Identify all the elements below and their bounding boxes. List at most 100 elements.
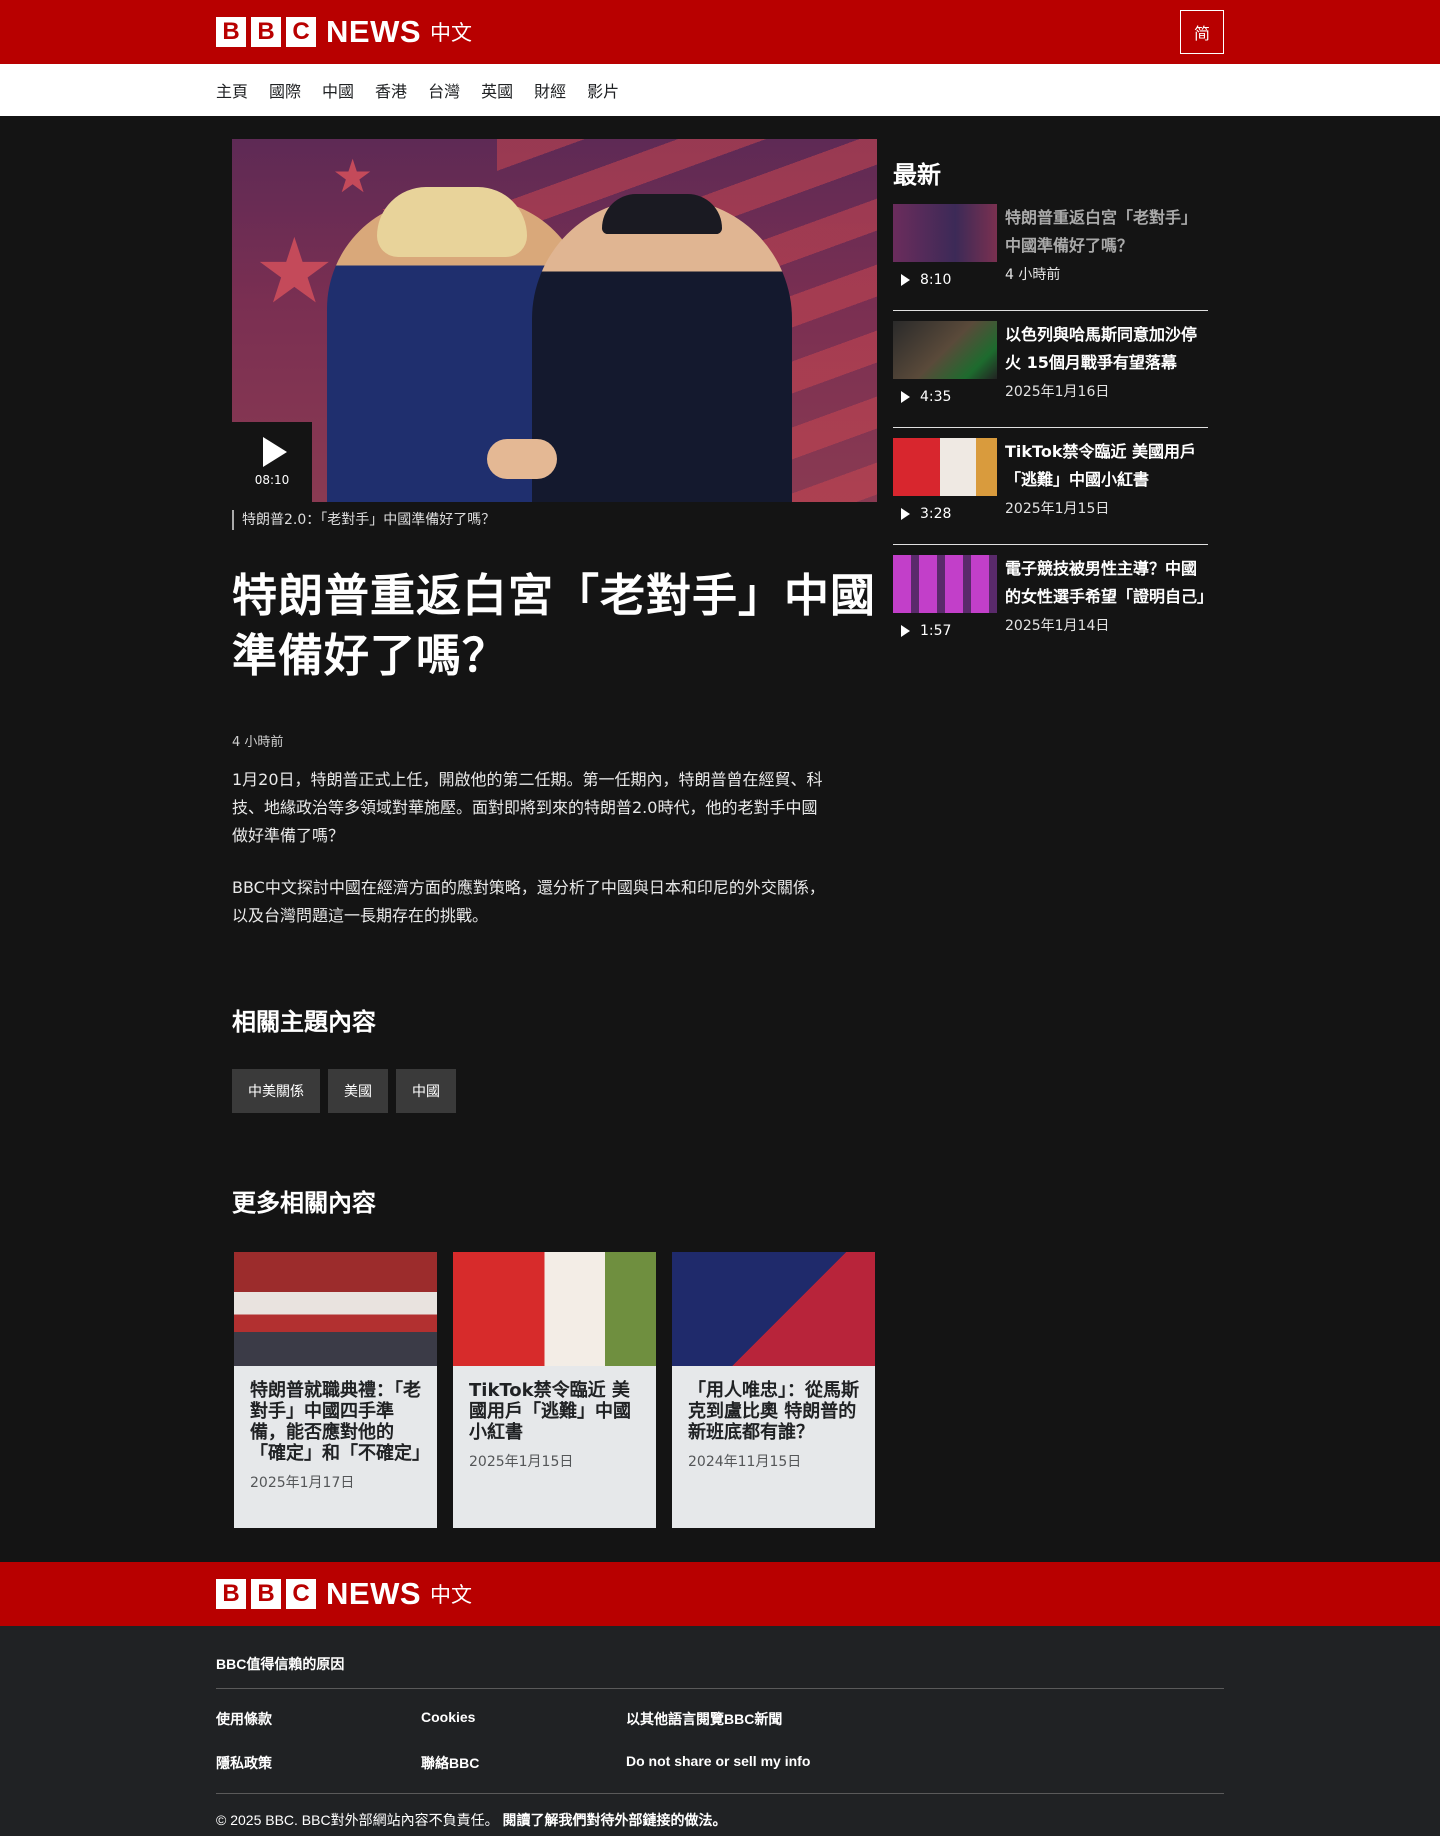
person-left-hair [377,187,527,257]
bbc-block-c: C [286,17,316,47]
bbc-news-logo[interactable]: B B C NEWS 中文 [216,0,1224,64]
bbc-block-c: C [286,1579,316,1609]
topic-tag[interactable]: 美國 [328,1069,388,1113]
bbc-block-b2: B [251,1579,281,1609]
nav-item-world[interactable]: 國際 [269,78,301,102]
footer-link-do-not-sell[interactable]: Do not share or sell my info [626,1753,926,1773]
latest-date: 4 小時前 [1005,267,1061,283]
article-timestamp: 4 小時前 [232,735,284,750]
nav-item-china[interactable]: 中國 [322,78,354,102]
related-topics-heading: 相關主題內容 [232,1008,376,1036]
topic-tags: 中美關係 美國 中國 [232,1069,877,1113]
play-icon [901,274,910,286]
simplified-chinese-toggle[interactable]: 简 [1180,10,1224,54]
play-icon [263,437,287,467]
latest-duration: 4:35 [920,389,952,405]
more-related-heading: 更多相關內容 [232,1189,376,1217]
top-bar: B B C NEWS 中文 简 [0,0,1440,64]
card-thumbnail [672,1252,875,1366]
copyright-text: © 2025 BBC. BBC對外部網站內容不負責任。 [216,1812,499,1828]
nav-item-business[interactable]: 財經 [534,78,566,102]
main-nav: 主頁 國際 中國 香港 台灣 英國 財經 影片 [0,64,1440,116]
bbc-block-b1: B [216,17,246,47]
card-thumbnail [234,1252,437,1366]
nav-item-taiwan[interactable]: 台灣 [428,78,460,102]
related-card[interactable]: 特朗普就職典禮：「老對手」中國四手準備，能否應對他的「確定」和「不確定」 202… [234,1252,437,1528]
latest-item[interactable]: 1:57 電子競技被男性主導？中國的女性選手希望「證明自己」 2025年1月14… [893,555,1213,662]
card-date: 2025年1月15日 [469,1454,574,1470]
latest-thumbnail [893,438,997,496]
latest-date: 2025年1月14日 [1005,618,1110,634]
latest-title[interactable]: TikTok禁令臨近 美國用戶「逃難」中國小紅書 [1005,438,1208,494]
latest-duration: 3:28 [920,506,952,522]
play-icon [901,508,910,520]
play-icon [901,625,910,637]
copyright: © 2025 BBC. BBC對外部網站內容不負責任。 閱讀了解我們對待外部鏈接… [216,1794,1224,1830]
card-title[interactable]: 特朗普就職典禮：「老對手」中國四手準備，能否應對他的「確定」和「不確定」 [250,1380,430,1464]
card-title[interactable]: 「用人唯忠」：從馬斯克到盧比奧 特朗普的新班底都有誰？ [688,1380,859,1443]
video-caption: 特朗普2.0：「老對手」中國準備好了嗎？ [232,510,877,530]
nav-item-home[interactable]: 主頁 [216,78,248,102]
latest-item[interactable]: 3:28 TikTok禁令臨近 美國用戶「逃難」中國小紅書 2025年1月15日 [893,438,1208,545]
footer-bbc-news-logo[interactable]: B B C NEWS 中文 [216,1562,1224,1626]
related-card[interactable]: 「用人唯忠」：從馬斯克到盧比奧 特朗普的新班底都有誰？ 2024年11月15日 [672,1252,875,1528]
star-icon: ★ [332,149,374,203]
related-card[interactable]: TikTok禁令臨近 美國用戶「逃難」中國小紅書 2025年1月15日 [453,1252,656,1528]
article-title: 特朗普重返白宮「老對手」中國準備好了嗎？ [232,569,877,682]
card-date: 2024年11月15日 [688,1454,802,1470]
article-column: ★ ★ ★ ★ 08:10 特朗普2.0：「老對手」中國準備好了嗎？ 特朗普重返… [232,139,877,1528]
footer-links: 使用條款 Cookies 以其他語言閱覽BBC新聞 隱私政策 聯絡BBC Do … [216,1689,1224,1793]
language-label: 中文 [430,21,472,45]
external-links-policy-link[interactable]: 閱讀了解我們對待外部鏈接的做法。 [502,1812,726,1828]
footer-link-privacy[interactable]: 隱私政策 [216,1753,421,1773]
nav-item-video[interactable]: 影片 [587,78,619,102]
latest-thumbnail [893,204,997,262]
article-paragraph: 1月20日，特朗普正式上任，開啟他的第二任期。第一任期內，特朗普曾在經貿、科技、… [232,770,823,845]
play-icon [901,391,910,403]
bbc-block-b1: B [216,1579,246,1609]
related-topics-section: 相關主題內容 中美關係 美國 中國 [232,1002,877,1113]
footer-link-terms[interactable]: 使用條款 [216,1709,421,1729]
bbc-blocks: B B C [216,1579,316,1609]
latest-title[interactable]: 電子競技被男性主導？中國的女性選手希望「證明自己」 [1005,555,1213,611]
topic-tag[interactable]: 中美關係 [232,1069,320,1113]
news-wordmark: NEWS [326,14,421,49]
latest-item[interactable]: 4:35 以色列與哈馬斯同意加沙停火 15個月戰爭有望落幕 2025年1月16日 [893,321,1208,428]
latest-date: 2025年1月16日 [1005,384,1110,400]
latest-duration: 1:57 [920,623,952,639]
latest-item[interactable]: 8:10 特朗普重返白宮「老對手」中國準備好了嗎？ 4 小時前 [893,204,1208,311]
topic-tag[interactable]: 中國 [396,1069,456,1113]
latest-title[interactable]: 特朗普重返白宮「老對手」中國準備好了嗎？ [1005,204,1208,260]
latest-date: 2025年1月15日 [1005,501,1110,517]
star-icon: ★ [254,219,335,324]
play-button[interactable]: 08:10 [232,422,312,502]
footer: BBC值得信賴的原因 使用條款 Cookies 以其他語言閱覽BBC新聞 隱私政… [0,1626,1440,1836]
handshake [487,439,557,479]
video-duration: 08:10 [254,473,290,487]
bbc-block-b2: B [251,17,281,47]
card-date: 2025年1月17日 [250,1475,355,1491]
latest-thumbnail [893,321,997,379]
more-related-section: 更多相關內容 特朗普就職典禮：「老對手」中國四手準備，能否應對他的「確定」和「不… [232,1183,877,1528]
footer-link-trust[interactable]: BBC值得信賴的原因 [216,1656,344,1672]
latest-heading: 最新 [893,161,941,189]
hero-video-player[interactable]: ★ ★ ★ ★ 08:10 [232,139,877,502]
language-label: 中文 [430,1583,472,1607]
person-right [532,199,792,502]
latest-title[interactable]: 以色列與哈馬斯同意加沙停火 15個月戰爭有望落幕 [1005,321,1208,377]
main-content: ★ ★ ★ ★ 08:10 特朗普2.0：「老對手」中國準備好了嗎？ 特朗普重返… [216,116,1224,1528]
nav-item-uk[interactable]: 英國 [481,78,513,102]
latest-thumbnail [893,555,997,613]
card-title[interactable]: TikTok禁令臨近 美國用戶「逃難」中國小紅書 [469,1380,640,1443]
nav-item-hongkong[interactable]: 香港 [375,78,407,102]
related-cards: 特朗普就職典禮：「老對手」中國四手準備，能否應對他的「確定」和「不確定」 202… [232,1252,877,1528]
article-paragraph: BBC中文探討中國在經濟方面的應對策略，還分析了中國與日本和印尼的外交關係，以及… [232,878,825,925]
footer-brand-bar: B B C NEWS 中文 [0,1562,1440,1626]
latest-sidebar: 最新 8:10 特朗普重返白宮「老對手」中國準備好了嗎？ 4 小時前 4:35 … [893,139,1213,672]
footer-link-contact[interactable]: 聯絡BBC [421,1753,626,1773]
news-wordmark: NEWS [326,1576,421,1611]
footer-link-cookies[interactable]: Cookies [421,1709,626,1729]
footer-link-languages[interactable]: 以其他語言閱覽BBC新聞 [626,1709,926,1729]
card-thumbnail [453,1252,656,1366]
latest-duration: 8:10 [920,272,952,288]
